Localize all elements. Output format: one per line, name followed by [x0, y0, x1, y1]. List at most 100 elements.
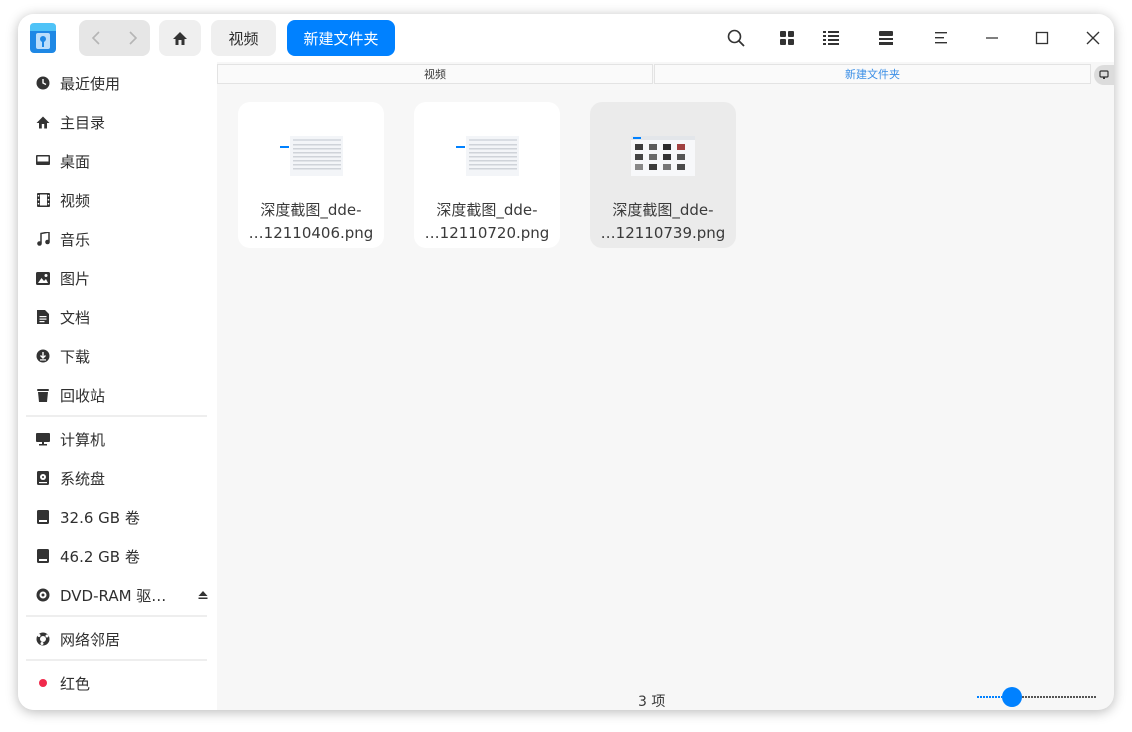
trash-icon — [35, 387, 51, 403]
sidebar-item-music[interactable]: 音乐 — [26, 222, 209, 256]
file-name: 深度截图_dde- …12110406.png — [249, 199, 374, 245]
preview-panel-icon — [879, 31, 893, 45]
close-button[interactable] — [1081, 26, 1105, 50]
pin-icon[interactable] — [1094, 65, 1114, 85]
chevron-right-icon — [128, 31, 137, 45]
sidebar-item-label: 最近使用 — [60, 74, 121, 93]
image-thumbnail-icon — [279, 136, 343, 176]
file-name-line: 深度截图_dde- — [260, 201, 362, 219]
slider-handle[interactable] — [1002, 687, 1022, 707]
sidebar-item-volume-32[interactable]: 32.6 GB 卷 — [26, 500, 209, 534]
home-icon — [35, 114, 51, 130]
sidebar-item-label: 文档 — [60, 308, 91, 327]
forward-button[interactable] — [114, 20, 149, 56]
home-icon — [173, 31, 187, 45]
search-icon — [727, 29, 745, 47]
sidebar-item-recent[interactable]: 最近使用 — [26, 66, 209, 100]
download-icon — [35, 348, 51, 364]
sidebar-item-tag-red[interactable]: 红色 — [26, 666, 209, 700]
grid-view-icon — [780, 31, 794, 45]
sidebar-item-desktop[interactable]: 桌面 — [26, 144, 209, 178]
sidebar-divider — [26, 659, 207, 661]
sidebar-item-label: 桌面 — [60, 152, 91, 171]
music-icon — [35, 231, 51, 247]
sidebar-item-volume-46[interactable]: 46.2 GB 卷 — [26, 539, 209, 573]
sidebar-item-dvd-ram[interactable]: DVD-RAM 驱… — [26, 578, 209, 612]
sidebar-item-downloads[interactable]: 下载 — [26, 339, 209, 373]
item-count-status: 3 项 — [638, 694, 666, 710]
sidebar-item-home[interactable]: 主目录 — [26, 105, 209, 139]
sidebar-item-label: 红色 — [60, 674, 91, 693]
app-logo-icon — [30, 23, 56, 53]
breadcrumb-new-folder[interactable]: 新建文件夹 — [287, 20, 395, 56]
main-menu-button[interactable] — [930, 26, 954, 50]
list-view-icon — [823, 31, 839, 45]
minimize-icon — [986, 37, 998, 39]
sidebar-item-system-disk[interactable]: 系统盘 — [26, 461, 209, 495]
file-item[interactable]: 深度截图_dde- …12110720.png — [414, 102, 560, 248]
preview-panel-button[interactable] — [874, 26, 898, 50]
sidebar-item-pictures[interactable]: 图片 — [26, 261, 209, 295]
home-crumb-button[interactable] — [159, 20, 201, 56]
sidebar-item-label: 回收站 — [60, 386, 106, 405]
file-item[interactable]: 深度截图_dde- …12110406.png — [238, 102, 384, 248]
desktop-icon — [35, 153, 51, 169]
sidebar-item-label: 音乐 — [60, 230, 91, 249]
file-item-selected[interactable]: 深度截图_dde- …12110739.png — [590, 102, 736, 248]
document-icon — [35, 309, 51, 325]
sidebar: 最近使用 主目录 桌面 视频 音乐 图片 文档 下载 回收站 计算机 系统盘 3… — [18, 62, 217, 710]
search-button[interactable] — [724, 26, 748, 50]
sidebar-item-label: 网络邻居 — [60, 630, 121, 649]
video-icon — [35, 192, 51, 208]
drive-icon — [35, 509, 51, 525]
column-new-folder[interactable]: 新建文件夹 — [654, 64, 1091, 84]
list-view-button[interactable] — [819, 26, 843, 50]
column-header: 视频 新建文件夹 — [217, 62, 1114, 86]
image-thumbnail-icon — [455, 136, 519, 176]
sidebar-item-label: 计算机 — [60, 430, 106, 449]
maximize-icon — [1035, 31, 1049, 45]
file-name: 深度截图_dde- …12110720.png — [425, 199, 550, 245]
close-icon — [1086, 31, 1100, 45]
minimize-button[interactable] — [980, 26, 1004, 50]
file-name-line: 深度截图_dde- — [436, 201, 538, 219]
sidebar-divider — [26, 415, 207, 417]
sidebar-item-label: 主目录 — [60, 113, 106, 132]
optical-disc-icon — [35, 587, 51, 603]
column-videos[interactable]: 视频 — [217, 64, 653, 84]
sidebar-item-label: DVD-RAM 驱… — [60, 586, 167, 605]
menu-icon — [935, 32, 947, 44]
sidebar-item-label: 下载 — [60, 347, 91, 366]
sidebar-item-label: 32.6 GB 卷 — [60, 508, 140, 527]
file-name-line: 深度截图_dde- — [612, 201, 714, 219]
chevron-left-icon — [91, 31, 100, 45]
file-name: 深度截图_dde- …12110739.png — [601, 199, 726, 245]
maximize-button[interactable] — [1030, 26, 1054, 50]
file-manager-window: 视频 新建文件夹 最近使用 主目录 桌面 视频 音乐 图片 文档 下载 回收站 … — [18, 14, 1114, 710]
network-icon — [35, 631, 51, 647]
eject-icon[interactable] — [197, 589, 209, 601]
breadcrumb-videos[interactable]: 视频 — [211, 20, 276, 56]
system-disk-icon — [35, 470, 51, 486]
sidebar-item-label: 视频 — [60, 191, 91, 210]
sidebar-item-computer[interactable]: 计算机 — [26, 422, 209, 456]
computer-icon — [35, 431, 51, 447]
clock-icon — [35, 75, 51, 91]
sidebar-item-network[interactable]: 网络邻居 — [26, 622, 209, 656]
file-name-line: …12110406.png — [248, 224, 374, 242]
sidebar-item-label: 46.2 GB 卷 — [60, 547, 140, 566]
sidebar-item-trash[interactable]: 回收站 — [26, 378, 209, 412]
sidebar-item-label: 系统盘 — [60, 469, 106, 488]
file-name-line: …12110739.png — [600, 224, 726, 242]
sidebar-item-videos[interactable]: 视频 — [26, 183, 209, 217]
picture-icon — [35, 270, 51, 286]
history-nav — [79, 20, 150, 56]
drive-icon — [35, 548, 51, 564]
grid-view-button[interactable] — [775, 26, 799, 50]
file-name-line: …12110720.png — [424, 224, 550, 242]
icon-size-slider[interactable] — [976, 686, 1098, 708]
back-button[interactable] — [79, 20, 114, 56]
sidebar-item-label: 图片 — [60, 269, 91, 288]
sidebar-item-documents[interactable]: 文档 — [26, 300, 209, 334]
image-thumbnail-icon — [631, 136, 695, 176]
